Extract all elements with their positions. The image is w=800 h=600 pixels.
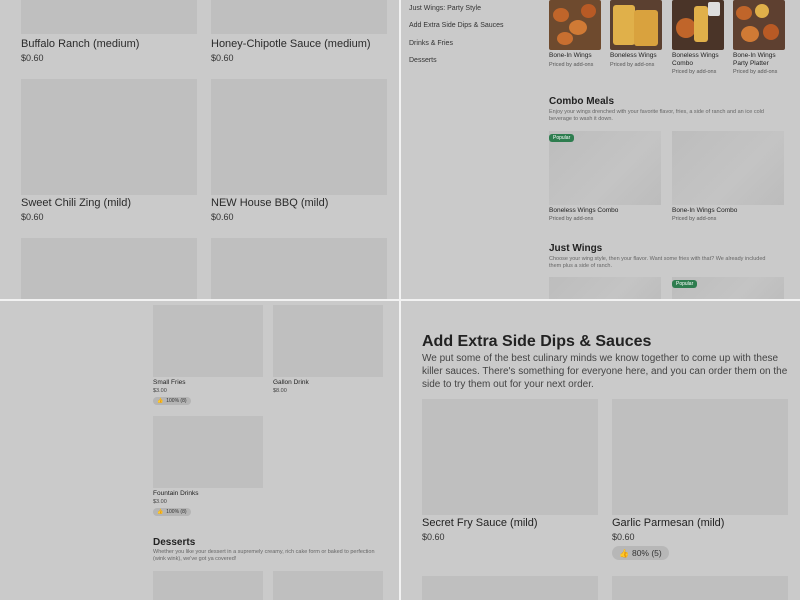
section-desc-desserts: Whether you like your dessert in a supre…	[153, 549, 375, 562]
item-image[interactable]	[21, 238, 197, 299]
thumbs-up-icon: 👍	[619, 549, 629, 558]
item-image[interactable]	[21, 79, 197, 195]
quadrant-divider-horizontal	[0, 299, 800, 301]
item-image[interactable]	[549, 277, 661, 299]
thumbs-up-icon: 👍	[157, 509, 164, 515]
quadrant-menu-overview: Just Wings: Party Style Add Extra Side D…	[401, 0, 800, 299]
item-image[interactable]	[211, 238, 387, 299]
rating-text: 100% (8)	[166, 398, 187, 404]
item-image[interactable]	[422, 576, 598, 600]
item-name[interactable]: Small Fries	[153, 379, 186, 386]
rating-badge: 👍 100% (8)	[153, 397, 191, 405]
item-name[interactable]: Secret Fry Sauce (mild)	[422, 517, 538, 529]
category-image-boneless-wings[interactable]	[610, 0, 662, 50]
item-price: $3.00	[153, 388, 167, 394]
item-image[interactable]	[21, 0, 197, 34]
item-price: $8.00	[273, 388, 287, 394]
category-name[interactable]: Bone-In Wings	[549, 52, 601, 60]
category-image-boneless-combo[interactable]	[672, 0, 724, 50]
item-name[interactable]: Fountain Drinks	[153, 490, 199, 497]
category-name[interactable]: Bone-In Wings Party Platter	[733, 52, 785, 67]
nav-link-just-wings-party[interactable]: Just Wings: Party Style	[409, 5, 481, 12]
item-name[interactable]: Bone-In Wings Combo	[672, 207, 737, 214]
item-name[interactable]: Sweet Chili Zing (mild)	[21, 197, 131, 209]
category-sub: Priced by add-ons	[672, 69, 717, 75]
rating-text: 80% (5)	[631, 548, 662, 558]
item-image[interactable]	[211, 79, 387, 195]
item-name[interactable]: Boneless Wings Combo	[549, 207, 618, 214]
item-sub: Priced by add-ons	[672, 216, 717, 222]
nav-link-drinks-fries[interactable]: Drinks & Fries	[409, 40, 453, 47]
item-image[interactable]	[153, 305, 263, 377]
category-sub: Priced by add-ons	[733, 69, 778, 75]
item-image[interactable]	[153, 571, 263, 600]
item-price: $0.60	[211, 212, 234, 222]
item-name[interactable]: Honey-Chipotle Sauce (medium)	[211, 38, 371, 50]
item-name[interactable]: Buffalo Ranch (medium)	[21, 38, 139, 50]
section-desc-combo-meals: Enjoy your wings drenched with your favo…	[549, 109, 764, 122]
category-name[interactable]: Boneless Wings	[610, 52, 662, 60]
thumbs-up-icon: 👍	[157, 398, 164, 404]
nav-link-side-dips[interactable]: Add Extra Side Dips & Sauces	[409, 22, 504, 29]
item-image[interactable]	[211, 0, 387, 34]
item-name[interactable]: Garlic Parmesan (mild)	[612, 517, 724, 529]
item-image[interactable]	[672, 131, 784, 205]
quadrant-side-dips: Add Extra Side Dips & Sauces We put some…	[401, 301, 800, 600]
popular-badge: Popular	[672, 280, 698, 288]
section-title-combo-meals: Combo Meals	[549, 96, 615, 107]
section-title-side-dips: Add Extra Side Dips & Sauces	[422, 333, 652, 350]
section-desc-side-dips: We put some of the best culinary minds w…	[422, 353, 788, 390]
category-sub: Priced by add-ons	[610, 62, 655, 68]
item-name[interactable]: NEW House BBQ (mild)	[211, 197, 328, 209]
item-image[interactable]	[273, 305, 383, 377]
item-price: $0.60	[21, 212, 44, 222]
item-image[interactable]	[612, 399, 788, 515]
rating-badge: 👍 80% (5)	[612, 546, 669, 560]
item-image[interactable]	[612, 576, 788, 600]
item-image[interactable]	[273, 571, 383, 600]
popular-badge: Popular	[549, 134, 575, 142]
item-image[interactable]	[549, 131, 661, 205]
item-sub: Priced by add-ons	[549, 216, 594, 222]
section-title-just-wings: Just Wings	[549, 243, 603, 254]
item-price: $3.00	[153, 499, 167, 505]
category-image-bone-in-wings[interactable]	[549, 0, 601, 50]
item-price: $0.60	[211, 53, 234, 63]
section-title-desserts: Desserts	[153, 537, 196, 548]
item-name[interactable]: Gallon Drink	[273, 379, 309, 386]
quadrant-drinks-fries: Small Fries $3.00 👍 100% (8) Gallon Drink…	[0, 301, 399, 600]
section-desc-just-wings: Choose your wing style, then your flavor…	[549, 256, 766, 269]
rating-text: 100% (8)	[166, 509, 187, 515]
item-image[interactable]	[153, 416, 263, 488]
item-price: $0.60	[612, 532, 635, 542]
item-price: $0.60	[422, 532, 445, 542]
item-image[interactable]	[422, 399, 598, 515]
nav-link-desserts[interactable]: Desserts	[409, 57, 437, 64]
item-price: $0.60	[21, 53, 44, 63]
category-name[interactable]: Boneless Wings Combo	[672, 52, 724, 67]
quadrant-sauces-grid: Buffalo Ranch (medium) $0.60 Honey-Chipo…	[0, 0, 399, 299]
category-sub: Priced by add-ons	[549, 62, 594, 68]
category-image-party-platter[interactable]	[733, 0, 785, 50]
rating-badge: 👍 100% (8)	[153, 508, 191, 516]
